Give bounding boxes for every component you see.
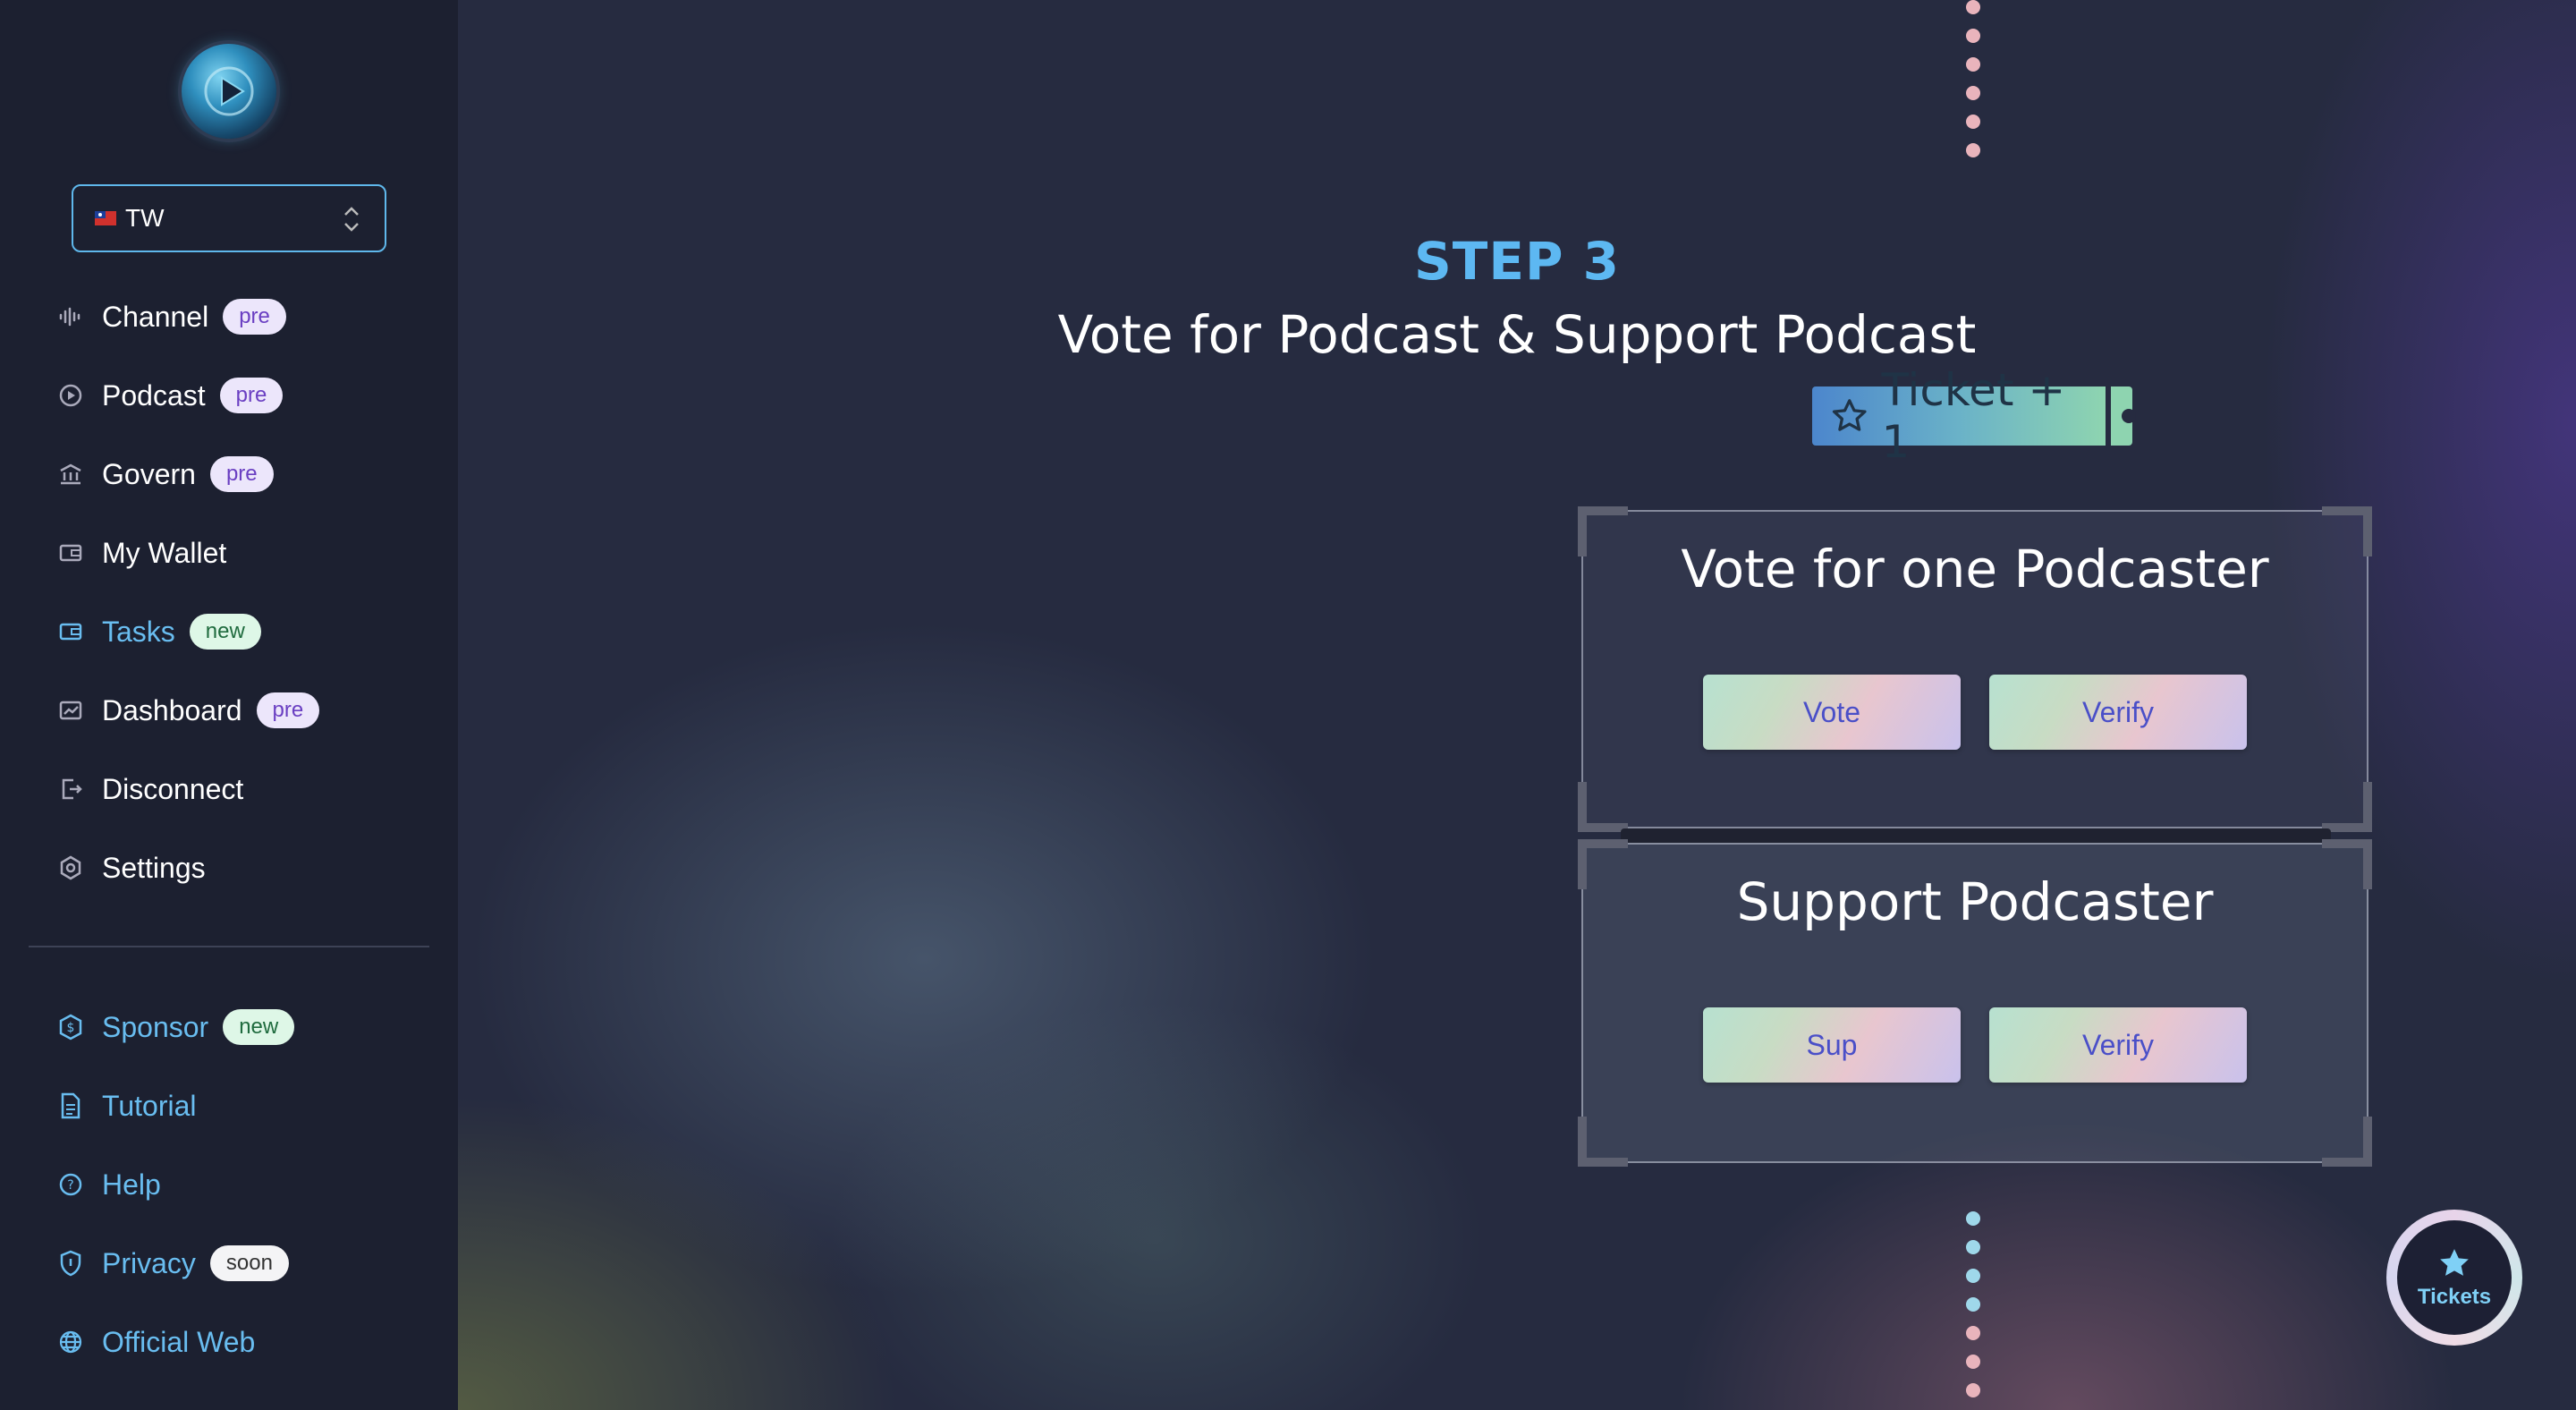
sidebar-item-label: Tutorial (102, 1089, 197, 1122)
sidebar-item-tasks[interactable]: Tasks new (57, 607, 261, 657)
dollar-icon: $ (57, 1014, 84, 1041)
status-badge: pre (223, 299, 286, 335)
gear-icon (57, 854, 84, 881)
region-value: TW (125, 204, 165, 232)
vote-button[interactable]: Vote (1703, 675, 1961, 750)
play-logo-icon (204, 66, 254, 116)
logout-icon (57, 776, 84, 803)
sidebar-item-label: Privacy (102, 1246, 196, 1279)
step-connector-bottom (1966, 1211, 1980, 1410)
chart-icon (57, 697, 84, 724)
card-connector (1621, 828, 2331, 843)
sidebar-item-govern[interactable]: Govern pre (57, 449, 274, 499)
sidebar-item-label: Disconnect (102, 772, 244, 805)
support-card: Support Podcaster Sup Verify (1578, 839, 2372, 1167)
audio-wave-icon (57, 303, 84, 330)
verify-support-button[interactable]: Verify (1989, 1007, 2247, 1083)
play-circle-icon (57, 382, 84, 409)
star-icon (2440, 1249, 2469, 1276)
sidebar-item-official-web[interactable]: Official Web (57, 1317, 255, 1367)
taiwan-flag-icon (95, 211, 116, 225)
sidebar-item-privacy[interactable]: Privacy soon (57, 1238, 289, 1288)
sidebar-item-label: Sponsor (102, 1010, 209, 1043)
sidebar-item-label: My Wallet (102, 536, 227, 569)
sidebar-item-label: Official Web (102, 1325, 256, 1358)
region-select[interactable]: TW (72, 184, 386, 252)
sidebar-item-sponsor[interactable]: $ Sponsor new (57, 1002, 295, 1052)
main-content: STEP 3 Vote for Podcast & Support Podcas… (458, 0, 2576, 1410)
sidebar-item-dashboard[interactable]: Dashboard pre (57, 685, 320, 735)
status-badge: pre (256, 692, 320, 728)
document-icon (57, 1092, 84, 1119)
status-badge: pre (219, 378, 284, 413)
support-button[interactable]: Sup (1703, 1007, 1961, 1083)
sidebar-item-my-wallet[interactable]: My Wallet (57, 528, 226, 578)
tickets-button[interactable]: Tickets (2386, 1210, 2522, 1346)
status-badge: soon (209, 1245, 289, 1281)
verify-vote-button[interactable]: Verify (1989, 675, 2247, 750)
app-logo[interactable] (182, 44, 276, 139)
status-badge: new (223, 1009, 295, 1045)
status-badge: pre (209, 456, 274, 492)
star-icon (1832, 399, 1867, 431)
sidebar-item-settings[interactable]: Settings (57, 843, 206, 893)
sidebar-item-help[interactable]: ? Help (57, 1159, 161, 1210)
svg-text:?: ? (67, 1178, 73, 1193)
bank-icon (57, 461, 84, 488)
sidebar-item-label: Dashboard (102, 693, 242, 726)
ticket-reward-label: Ticket + 1 (1881, 364, 2066, 468)
sidebar-item-label: Podcast (102, 378, 206, 412)
step-title: Vote for Podcast & Support Podcast (1057, 304, 1977, 365)
question-icon: ? (57, 1171, 84, 1198)
sidebar-item-tutorial[interactable]: Tutorial (57, 1081, 197, 1131)
sidebar-item-label: Help (102, 1168, 161, 1201)
vote-card-title: Vote for one Podcaster (1681, 539, 2269, 599)
sidebar-item-label: Govern (102, 457, 196, 490)
sidebar-divider (29, 946, 429, 947)
ticket-reward-badge: Ticket + 1 (1812, 364, 2136, 468)
tickets-label: Tickets (2417, 1285, 2492, 1309)
step-label: STEP 3 (1413, 231, 1620, 292)
vote-card: Vote for one Podcaster Vote Verify (1578, 506, 2372, 832)
sidebar-item-channel[interactable]: Channel pre (57, 292, 286, 342)
support-card-title: Support Podcaster (1736, 871, 2214, 932)
sidebar-item-disconnect[interactable]: Disconnect (57, 764, 243, 814)
sidebar-item-label: Tasks (102, 615, 175, 648)
sidebar-item-label: Channel (102, 300, 209, 333)
wallet-icon (57, 618, 84, 645)
shield-icon (57, 1250, 84, 1277)
sidebar: TW Channel pre Podcast pre Govern pre My… (0, 0, 458, 1410)
sidebar-item-podcast[interactable]: Podcast pre (57, 370, 284, 420)
globe-icon (57, 1329, 84, 1355)
step-connector-top (1966, 0, 1980, 172)
status-badge: new (189, 614, 261, 650)
ticket-stub (2111, 386, 2136, 446)
chevron-updown-icon (344, 207, 359, 232)
sidebar-item-label: Settings (102, 851, 206, 884)
wallet-icon (57, 539, 84, 566)
svg-text:$: $ (67, 1021, 75, 1035)
